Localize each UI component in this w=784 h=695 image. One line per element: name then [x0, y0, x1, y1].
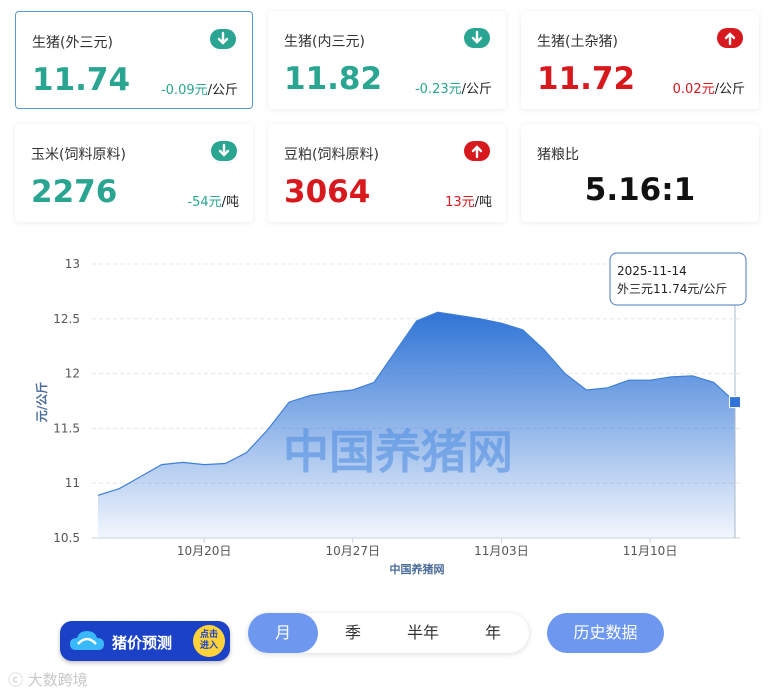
- price-card-soymeal[interactable]: 豆粕(饲料原料) 3064 13元/吨: [268, 124, 506, 222]
- card-change: -0.09元/公斤: [160, 83, 238, 98]
- card-name: 生猪(土杂猪): [537, 34, 618, 50]
- tooltip-date: 2025-11-14: [617, 264, 687, 278]
- card-value: 3064: [284, 174, 371, 210]
- y-tick-labels: 13 12.5 12 11.5 11 10.5: [53, 257, 80, 545]
- tooltip-value: 外三元11.74元/公斤: [617, 282, 727, 296]
- down-arrow-icon: [210, 29, 236, 49]
- y-axis-label: 元/公斤: [34, 382, 49, 422]
- card-value: 11.74: [32, 62, 131, 98]
- x-axis-label: 中国养猪网: [390, 562, 445, 576]
- card-change: 0.02元/公斤: [672, 82, 745, 97]
- image-watermark: ⓒ 大数跨境: [8, 671, 88, 689]
- price-card-corn[interactable]: 玉米(饲料原料) 2276 -54元/吨: [15, 124, 253, 222]
- tab-month[interactable]: 月: [248, 613, 318, 653]
- y-tick-label: 13: [65, 257, 80, 271]
- card-name: 猪粮比: [537, 147, 579, 163]
- history-data-button[interactable]: 历史数据: [547, 613, 664, 653]
- tab-quarter[interactable]: 季: [318, 613, 388, 653]
- down-arrow-icon: [464, 28, 490, 48]
- card-name: 豆粕(饲料原料): [284, 147, 379, 163]
- chart-watermark: 中国养猪网: [283, 425, 513, 479]
- forecast-label: 猪价预测: [112, 634, 173, 652]
- forecast-cloud-icon: [70, 631, 104, 650]
- up-arrow-icon: [464, 141, 490, 161]
- down-arrow-icon: [211, 141, 237, 161]
- card-change: -54元/吨: [187, 195, 239, 210]
- y-tick-label: 12.5: [53, 312, 80, 326]
- card-value: 11.72: [537, 61, 636, 97]
- y-tick-label: 10.5: [53, 531, 80, 545]
- tooltip: 2025-11-14 外三元11.74元/公斤: [609, 252, 747, 306]
- y-tick-label: 11.5: [53, 421, 80, 435]
- x-tick-label: 11月10日: [623, 544, 678, 558]
- period-tabs: 月 季 半年 年: [248, 613, 529, 653]
- card-name: 生猪(外三元): [32, 35, 113, 51]
- price-card-neisanyuan[interactable]: 生猪(内三元) 11.82 -0.23元/公斤: [268, 11, 506, 109]
- card-change: -0.23元/公斤: [414, 82, 492, 97]
- card-value: 11.82: [284, 61, 383, 97]
- up-arrow-icon: [717, 28, 743, 48]
- card-change: 13元/吨: [445, 195, 492, 210]
- price-forecast-button[interactable]: 猪价预测 点击 进入: [60, 621, 230, 661]
- price-card-tuzazhu[interactable]: 生猪(土杂猪) 11.72 0.02元/公斤: [521, 11, 759, 109]
- y-tick-label: 11: [65, 476, 80, 490]
- x-tick-label: 11月03日: [474, 544, 529, 558]
- x-tick-label: 10月20日: [177, 544, 232, 558]
- tab-half-year[interactable]: 半年: [388, 613, 458, 653]
- price-card-waisanyuan[interactable]: 生猪(外三元) 11.74 -0.09元/公斤: [15, 11, 253, 109]
- price-card-hog-grain-ratio[interactable]: 猪粮比 5.16:1: [521, 124, 759, 222]
- click-enter-badge: 点击 进入: [193, 625, 225, 657]
- price-chart[interactable]: 13 12.5 12 11.5 11 10.5 中国养猪网 10月20日 10月27日 11月…: [0, 240, 784, 585]
- tab-year[interactable]: 年: [458, 613, 528, 653]
- card-value: 2276: [31, 174, 118, 210]
- card-name: 生猪(内三元): [284, 34, 365, 50]
- x-tick-labels: 10月20日 10月27日 11月03日 11月10日: [177, 538, 677, 558]
- card-name: 玉米(饲料原料): [31, 147, 126, 163]
- card-value: 5.16:1: [584, 172, 696, 208]
- y-tick-label: 12: [65, 367, 80, 381]
- hover-point: [729, 396, 741, 409]
- x-tick-label: 10月27日: [326, 544, 381, 558]
